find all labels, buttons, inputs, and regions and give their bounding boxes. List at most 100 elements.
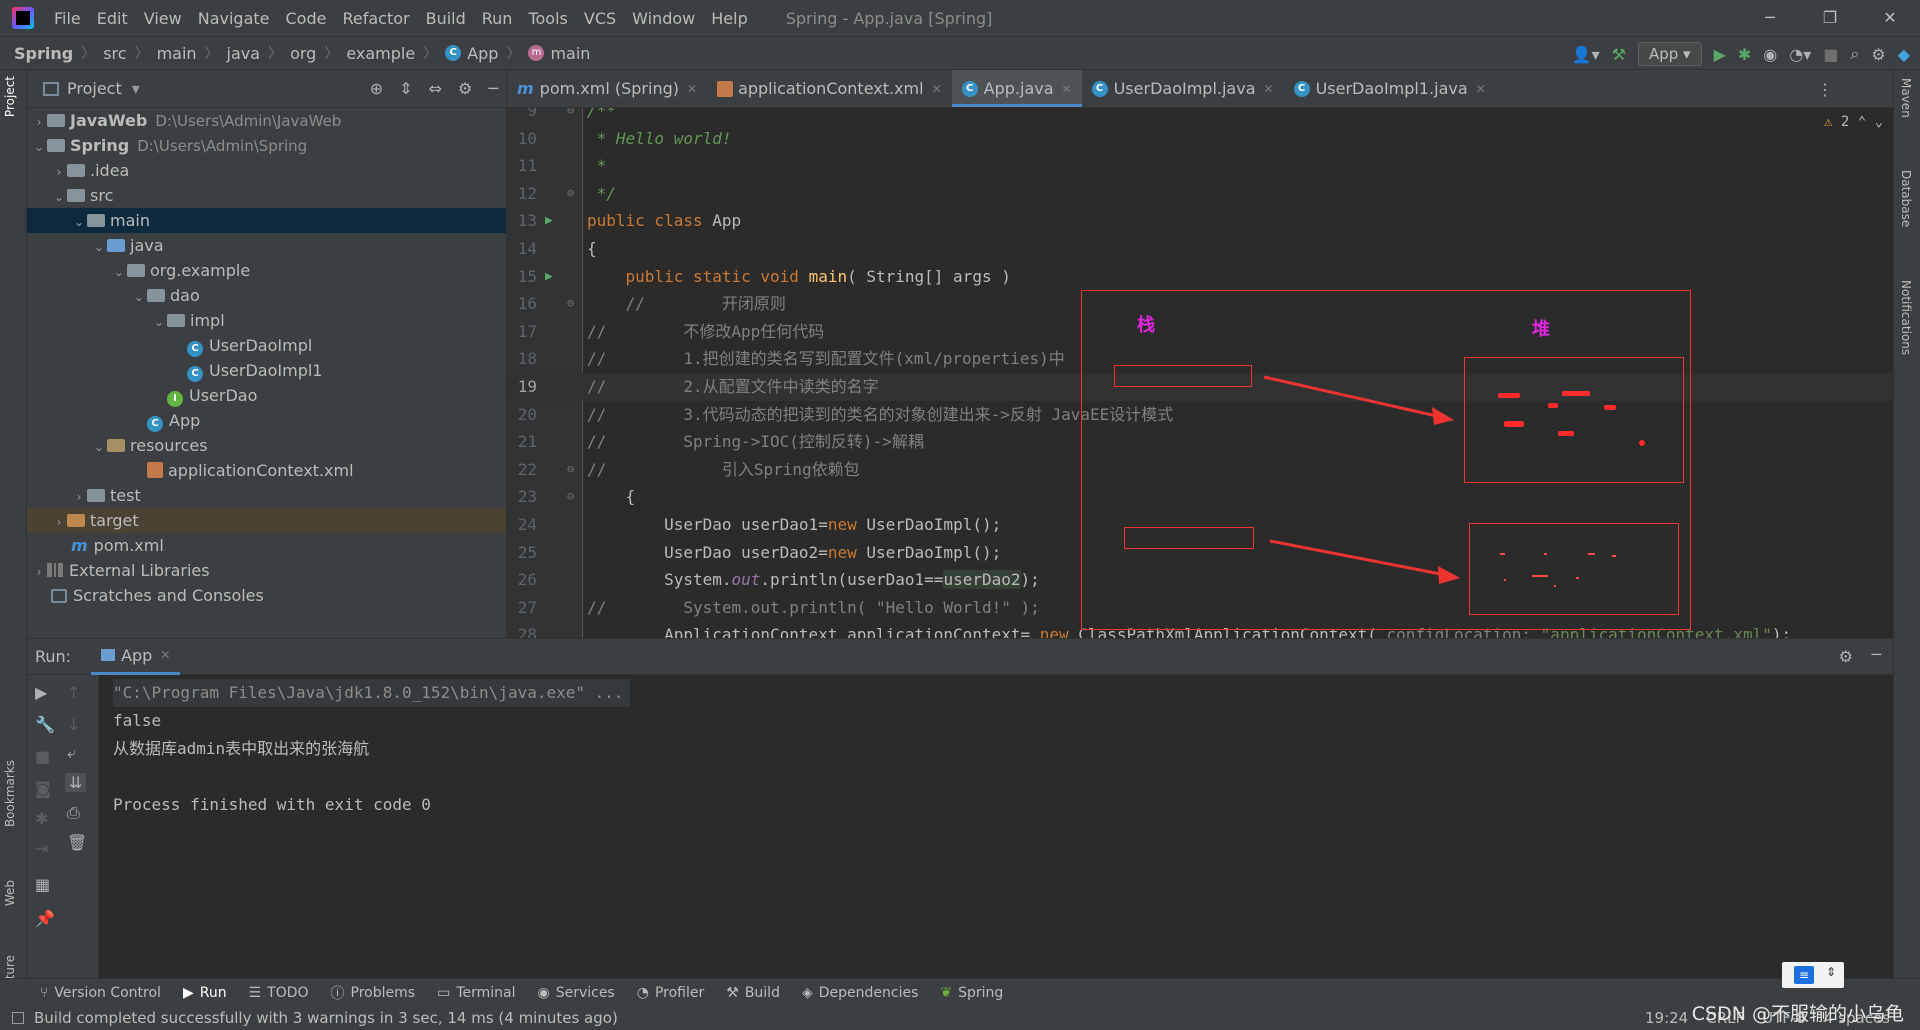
fold-icon[interactable]: ⊖ bbox=[567, 290, 574, 318]
menu-help[interactable]: Help bbox=[703, 9, 755, 28]
close-icon[interactable]: ✕ bbox=[1062, 82, 1072, 96]
menu-edit[interactable]: Edit bbox=[89, 9, 136, 28]
tool-services[interactable]: ◉ Services bbox=[537, 985, 614, 1001]
chevron-right-icon[interactable]: › bbox=[51, 160, 67, 185]
profile-icon[interactable]: ◔▾ bbox=[1789, 45, 1811, 64]
close-icon[interactable]: ✕ bbox=[932, 82, 942, 96]
tree-item-resources[interactable]: ⌄ resources bbox=[27, 433, 506, 458]
layout-icon[interactable]: ▦ bbox=[35, 875, 50, 894]
tool-dependencies[interactable]: ◈ Dependencies bbox=[802, 985, 918, 1001]
tab-userdaoimpl1-java[interactable]: C UserDaoImpl1.java ✕ bbox=[1284, 70, 1496, 107]
tree-item-main[interactable]: ⌄ main bbox=[27, 208, 506, 233]
tree-item-target[interactable]: › target bbox=[27, 508, 506, 533]
tree-item-org-example[interactable]: ⌄ org.example bbox=[27, 258, 506, 283]
close-icon[interactable]: ✕ bbox=[160, 648, 170, 662]
tree-item-app[interactable]: C App bbox=[27, 408, 506, 433]
chevron-down-icon[interactable]: ⌄ bbox=[151, 310, 167, 335]
tab-application-context[interactable]: applicationContext.xml ✕ bbox=[707, 70, 952, 107]
tool-problems[interactable]: ⓘ Problems bbox=[331, 983, 416, 1003]
breadcrumb-src[interactable]: src bbox=[103, 44, 126, 63]
trash-icon[interactable]: 🗑 bbox=[67, 833, 87, 852]
rerun-icon[interactable]: ▶ bbox=[35, 683, 47, 702]
tree-item-src[interactable]: ⌄ src bbox=[27, 183, 506, 208]
run-icon[interactable]: ▶ bbox=[1714, 45, 1726, 64]
tree-item-userdao[interactable]: I UserDao bbox=[27, 383, 506, 408]
console-output[interactable]: "C:\Program Files\Java\jdk1.8.0_152\bin\… bbox=[113, 679, 630, 819]
tree-item-javaweb[interactable]: › JavaWeb D:\Users\Admin\JavaWeb bbox=[27, 108, 506, 133]
tool-version-control[interactable]: ⑂ Version Control bbox=[40, 985, 161, 1001]
notifications-tool-button[interactable]: Notifications bbox=[1899, 280, 1913, 355]
web-tool-button[interactable]: Web bbox=[3, 880, 17, 906]
chevron-down-icon[interactable]: ⌄ bbox=[71, 210, 87, 235]
chevron-right-icon[interactable]: › bbox=[71, 485, 87, 510]
chevron-down-icon[interactable]: ▾ bbox=[132, 79, 140, 98]
chevron-down-icon[interactable]: ⌄ bbox=[111, 260, 127, 285]
fold-icon[interactable]: ⊖ bbox=[567, 180, 574, 208]
ime-indicator[interactable]: ≡ ⇕ bbox=[1782, 962, 1844, 988]
tool-profiler[interactable]: ◔ Profiler bbox=[637, 985, 705, 1001]
menu-run[interactable]: Run bbox=[474, 9, 521, 28]
chevron-down-icon[interactable]: ⌄ bbox=[91, 435, 107, 460]
collapse-all-icon[interactable]: ⇔ bbox=[429, 79, 442, 98]
console-command[interactable]: "C:\Program Files\Java\jdk1.8.0_152\bin\… bbox=[113, 679, 630, 707]
tree-item-pom[interactable]: m pom.xml bbox=[27, 533, 506, 558]
stop-icon[interactable]: ■ bbox=[1823, 45, 1838, 64]
tab-userdaoimpl-java[interactable]: C UserDaoImpl.java ✕ bbox=[1082, 70, 1284, 107]
chevron-down-icon[interactable]: ⌄ bbox=[91, 235, 107, 260]
chevron-right-icon[interactable]: › bbox=[31, 560, 47, 585]
tree-item-external-libraries[interactable]: › External Libraries bbox=[27, 558, 506, 583]
coverage-icon[interactable]: ◉ bbox=[1763, 45, 1777, 64]
run-gutter-icon[interactable]: ▶ bbox=[545, 263, 553, 291]
camera-icon[interactable]: ◙ bbox=[35, 779, 51, 798]
menu-vcs[interactable]: VCS bbox=[576, 9, 624, 28]
project-view-select[interactable]: Project bbox=[67, 79, 122, 98]
tree-item-userdaoimpl1[interactable]: C UserDaoImpl1 bbox=[27, 358, 506, 383]
minimize-icon[interactable]: ─ bbox=[1740, 0, 1800, 36]
chevron-right-icon[interactable]: › bbox=[51, 510, 67, 535]
breadcrumb-java[interactable]: java bbox=[227, 44, 261, 63]
close-icon[interactable]: ✕ bbox=[687, 82, 697, 96]
run-tab-app[interactable]: App ✕ bbox=[91, 639, 181, 675]
scroll-to-end-icon[interactable]: ⇊ bbox=[65, 773, 87, 792]
chevron-down-icon[interactable]: ⌄ bbox=[131, 285, 147, 310]
search-icon[interactable]: ⌕ bbox=[1850, 44, 1859, 64]
caret-position[interactable]: 19:24 bbox=[1645, 1006, 1688, 1030]
menu-refactor[interactable]: Refactor bbox=[334, 9, 417, 28]
breadcrumb-org[interactable]: org bbox=[290, 44, 316, 63]
tree-item-spring[interactable]: ⌄ Spring D:\Users\Admin\Spring bbox=[27, 133, 506, 158]
chevron-down-icon[interactable]: ⌄ bbox=[51, 185, 67, 210]
breadcrumb-main[interactable]: main bbox=[157, 44, 197, 63]
run-gutter-icon[interactable]: ▶ bbox=[545, 207, 553, 235]
hammer-icon[interactable]: ⚒ bbox=[1612, 45, 1626, 64]
arrow-up-icon[interactable]: ↑ bbox=[67, 683, 80, 702]
expand-all-icon[interactable]: ⇕ bbox=[399, 79, 412, 98]
menu-view[interactable]: View bbox=[136, 9, 190, 28]
close-icon[interactable]: ✕ bbox=[1476, 82, 1486, 96]
project-tool-button[interactable]: Project bbox=[3, 76, 17, 117]
menu-code[interactable]: Code bbox=[278, 9, 335, 28]
breadcrumb-app[interactable]: C App bbox=[445, 44, 498, 63]
wrench-icon[interactable]: 🔧 bbox=[35, 715, 55, 734]
fold-icon[interactable]: ⊖ bbox=[567, 108, 574, 125]
hide-icon[interactable]: ─ bbox=[488, 79, 498, 98]
restore-icon[interactable]: ❐ bbox=[1800, 0, 1860, 36]
pin-icon[interactable]: 📌 bbox=[35, 909, 55, 928]
status-message[interactable]: Build completed successfully with 3 warn… bbox=[34, 1009, 618, 1027]
close-icon[interactable]: ✕ bbox=[1264, 82, 1274, 96]
user-icon[interactable]: 👤▾ bbox=[1572, 45, 1600, 64]
gear-icon[interactable]: ⚙ bbox=[1839, 647, 1853, 666]
menu-window[interactable]: Window bbox=[624, 9, 703, 28]
run-configuration-select[interactable]: App ▾ bbox=[1637, 42, 1702, 66]
chevron-right-icon[interactable]: › bbox=[31, 110, 47, 135]
tree-item-test[interactable]: › test bbox=[27, 483, 506, 508]
tree-item-scratches[interactable]: Scratches and Consoles bbox=[27, 583, 506, 608]
menu-navigate[interactable]: Navigate bbox=[190, 9, 278, 28]
toolbox-icon[interactable]: ◆ bbox=[1898, 45, 1910, 64]
tree-item-java[interactable]: ⌄ java bbox=[27, 233, 506, 258]
soft-wrap-icon[interactable]: ⤶ bbox=[67, 743, 76, 763]
arrow-down-icon[interactable]: ↓ bbox=[67, 715, 80, 734]
print-icon[interactable]: ⎙ bbox=[67, 803, 80, 823]
close-icon[interactable]: ✕ bbox=[1860, 0, 1920, 36]
exit-icon[interactable]: ⇥ bbox=[35, 839, 48, 858]
menu-tools[interactable]: Tools bbox=[520, 9, 575, 28]
